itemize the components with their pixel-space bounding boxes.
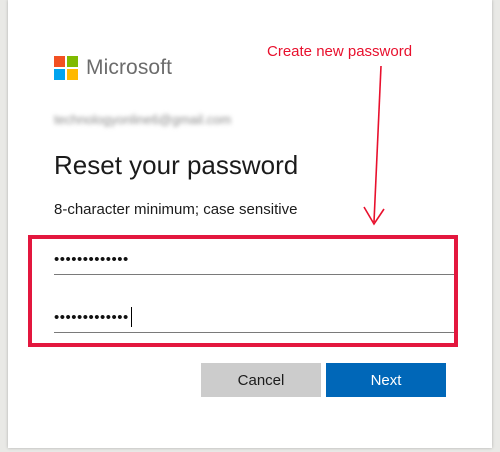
- password-requirements: 8-character minimum; case sensitive: [54, 201, 298, 218]
- new-password-field[interactable]: •••••••••••••: [54, 244, 454, 275]
- next-button[interactable]: Next: [326, 363, 446, 397]
- cancel-button[interactable]: Cancel: [201, 363, 321, 397]
- annotation-arrow-icon: [363, 65, 385, 226]
- account-email: technologyonline6@gmail.com: [54, 112, 232, 127]
- microsoft-logo: Microsoft: [54, 56, 172, 80]
- annotation-label: Create new password: [267, 43, 413, 60]
- confirm-password-field[interactable]: •••••••••••••: [54, 302, 454, 333]
- text-caret: [130, 307, 133, 327]
- confirm-password-value: •••••••••••••: [54, 308, 129, 326]
- new-password-value: •••••••••••••: [54, 250, 129, 268]
- microsoft-logo-icon: [54, 56, 78, 80]
- dialog-frame: Microsoft technologyonline6@gmail.com Re…: [8, 0, 492, 448]
- brand-name: Microsoft: [86, 56, 173, 79]
- page-title: Reset your password: [54, 150, 299, 180]
